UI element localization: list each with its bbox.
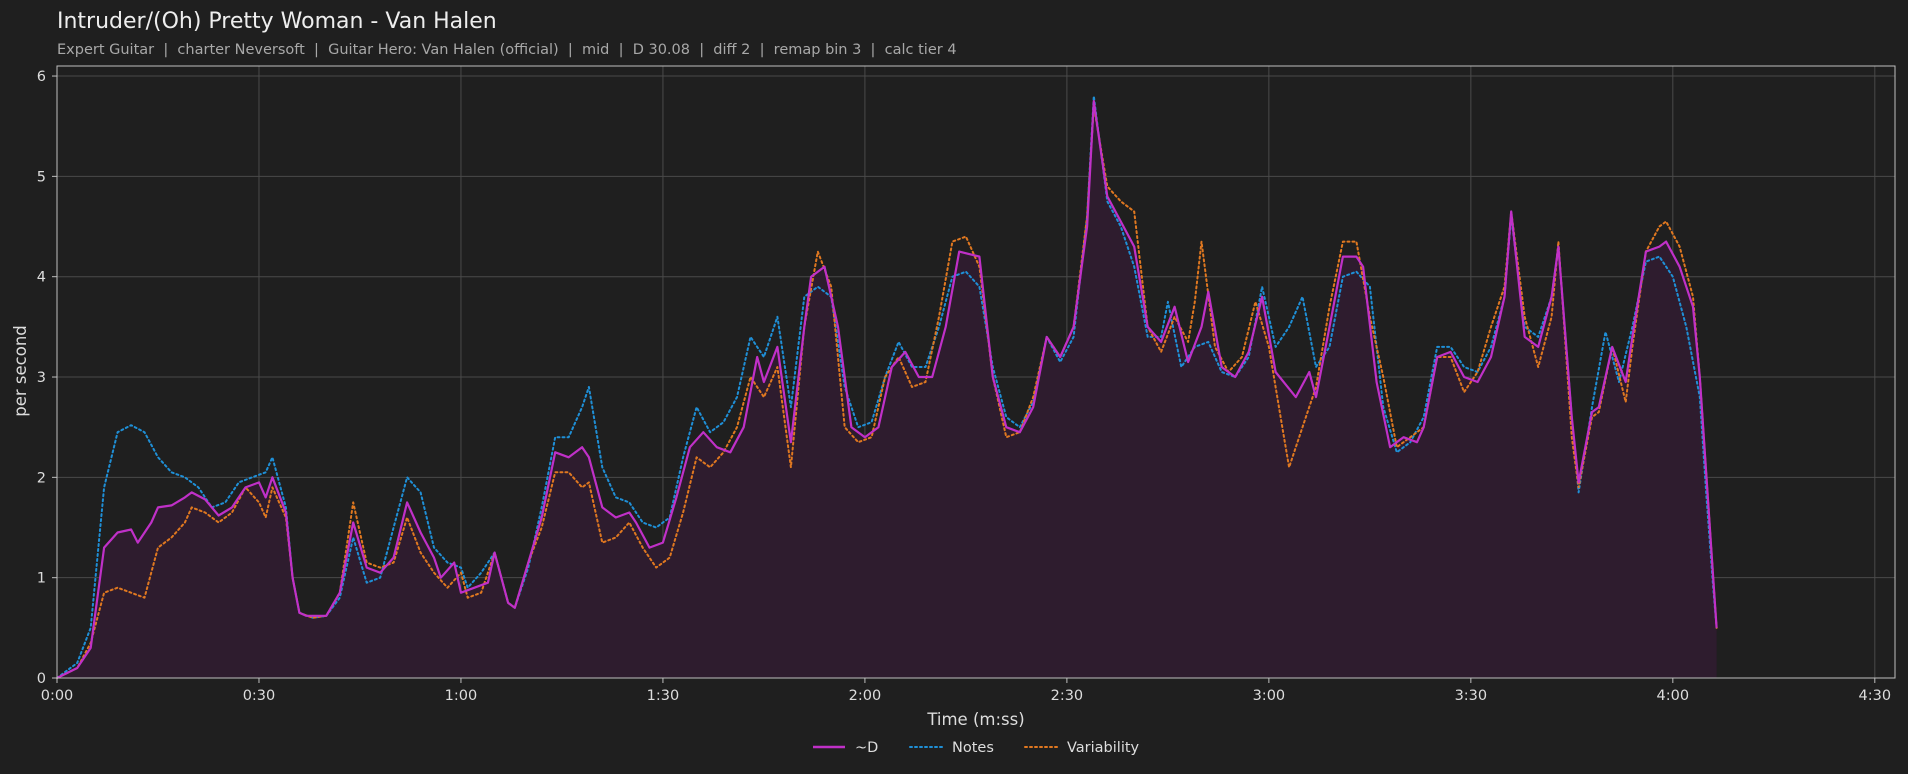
chart-title: Intruder/(Oh) Pretty Woman - Van Halen [57,9,497,34]
x-axis-label: Time (m:ss) [926,710,1024,729]
x-tick-label: 0:00 [41,688,74,704]
y-axis-label: per second [11,325,30,417]
chart: Intruder/(Oh) Pretty Woman - Van Halen E… [11,9,1896,756]
x-tick-label: 3:30 [1455,688,1488,704]
x-tick-label: 4:30 [1859,688,1892,704]
y-tick-label: 4 [37,270,46,286]
x-tick-label: 1:00 [445,688,478,704]
x-tick-label: 2:00 [849,688,882,704]
x-tick-label: 2:30 [1051,688,1084,704]
legend: ~D Notes Variability [813,740,1140,756]
legend-label: Variability [1067,740,1140,756]
y-tick-label: 2 [37,470,46,486]
legend-label: Notes [952,740,994,756]
x-tick-label: 4:00 [1657,688,1690,704]
y-tick-label: 6 [37,69,46,85]
chart-subtitle: Expert Guitar | charter Neversoft | Guit… [57,42,957,58]
y-tick-label: 3 [37,370,46,386]
y-tick-label: 5 [37,169,46,185]
y-tick-label: 0 [37,671,46,687]
x-tick-label: 3:00 [1253,688,1286,704]
y-axis: 0 1 2 3 4 5 6 [37,69,57,687]
y-tick-label: 1 [37,571,46,587]
x-tick-label: 0:30 [243,688,276,704]
legend-label: ~D [855,740,878,756]
x-tick-label: 1:30 [647,688,680,704]
x-axis: 0:00 0:30 1:00 1:30 2:00 2:30 3:00 3:30 4:00 4:30 [41,678,1891,704]
